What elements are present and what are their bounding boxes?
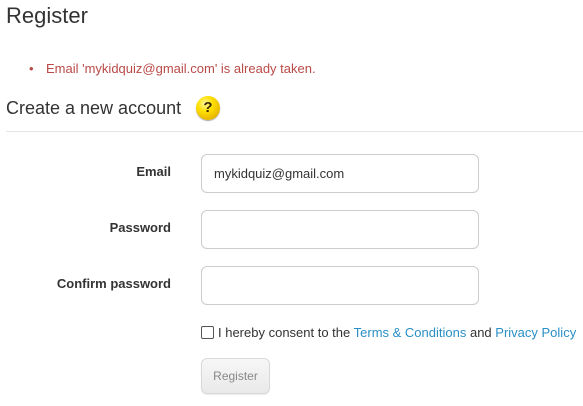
- validation-summary: • Email 'mykidquiz@gmail.com' is already…: [29, 60, 316, 78]
- page-title: Register: [6, 3, 88, 28]
- email-input[interactable]: [201, 154, 479, 193]
- question-mark-icon[interactable]: ?: [196, 96, 220, 120]
- error-item: • Email 'mykidquiz@gmail.com' is already…: [29, 60, 316, 78]
- consent-text-conjunction: and: [466, 325, 496, 340]
- register-page: Register • Email 'mykidquiz@gmail.com' i…: [0, 0, 583, 406]
- error-message: Email 'mykidquiz@gmail.com' is already t…: [46, 61, 316, 76]
- password-label: Password: [109, 220, 171, 235]
- error-bullet: •: [29, 61, 34, 76]
- consent-text-prefix: I hereby consent to the: [218, 325, 354, 340]
- password-input[interactable]: [201, 210, 479, 249]
- consent-row: I hereby consent to the Terms & Conditio…: [201, 324, 576, 342]
- section-divider: [6, 131, 583, 132]
- confirm-password-label: Confirm password: [56, 276, 171, 291]
- terms-link[interactable]: Terms & Conditions: [354, 325, 467, 340]
- confirm-password-input[interactable]: [201, 266, 479, 305]
- email-label: Email: [136, 164, 171, 179]
- consent-checkbox[interactable]: [201, 326, 214, 339]
- register-button[interactable]: Register: [201, 358, 270, 394]
- form-subtitle: Create a new account: [6, 98, 182, 118]
- privacy-policy-link[interactable]: Privacy Policy: [495, 325, 576, 340]
